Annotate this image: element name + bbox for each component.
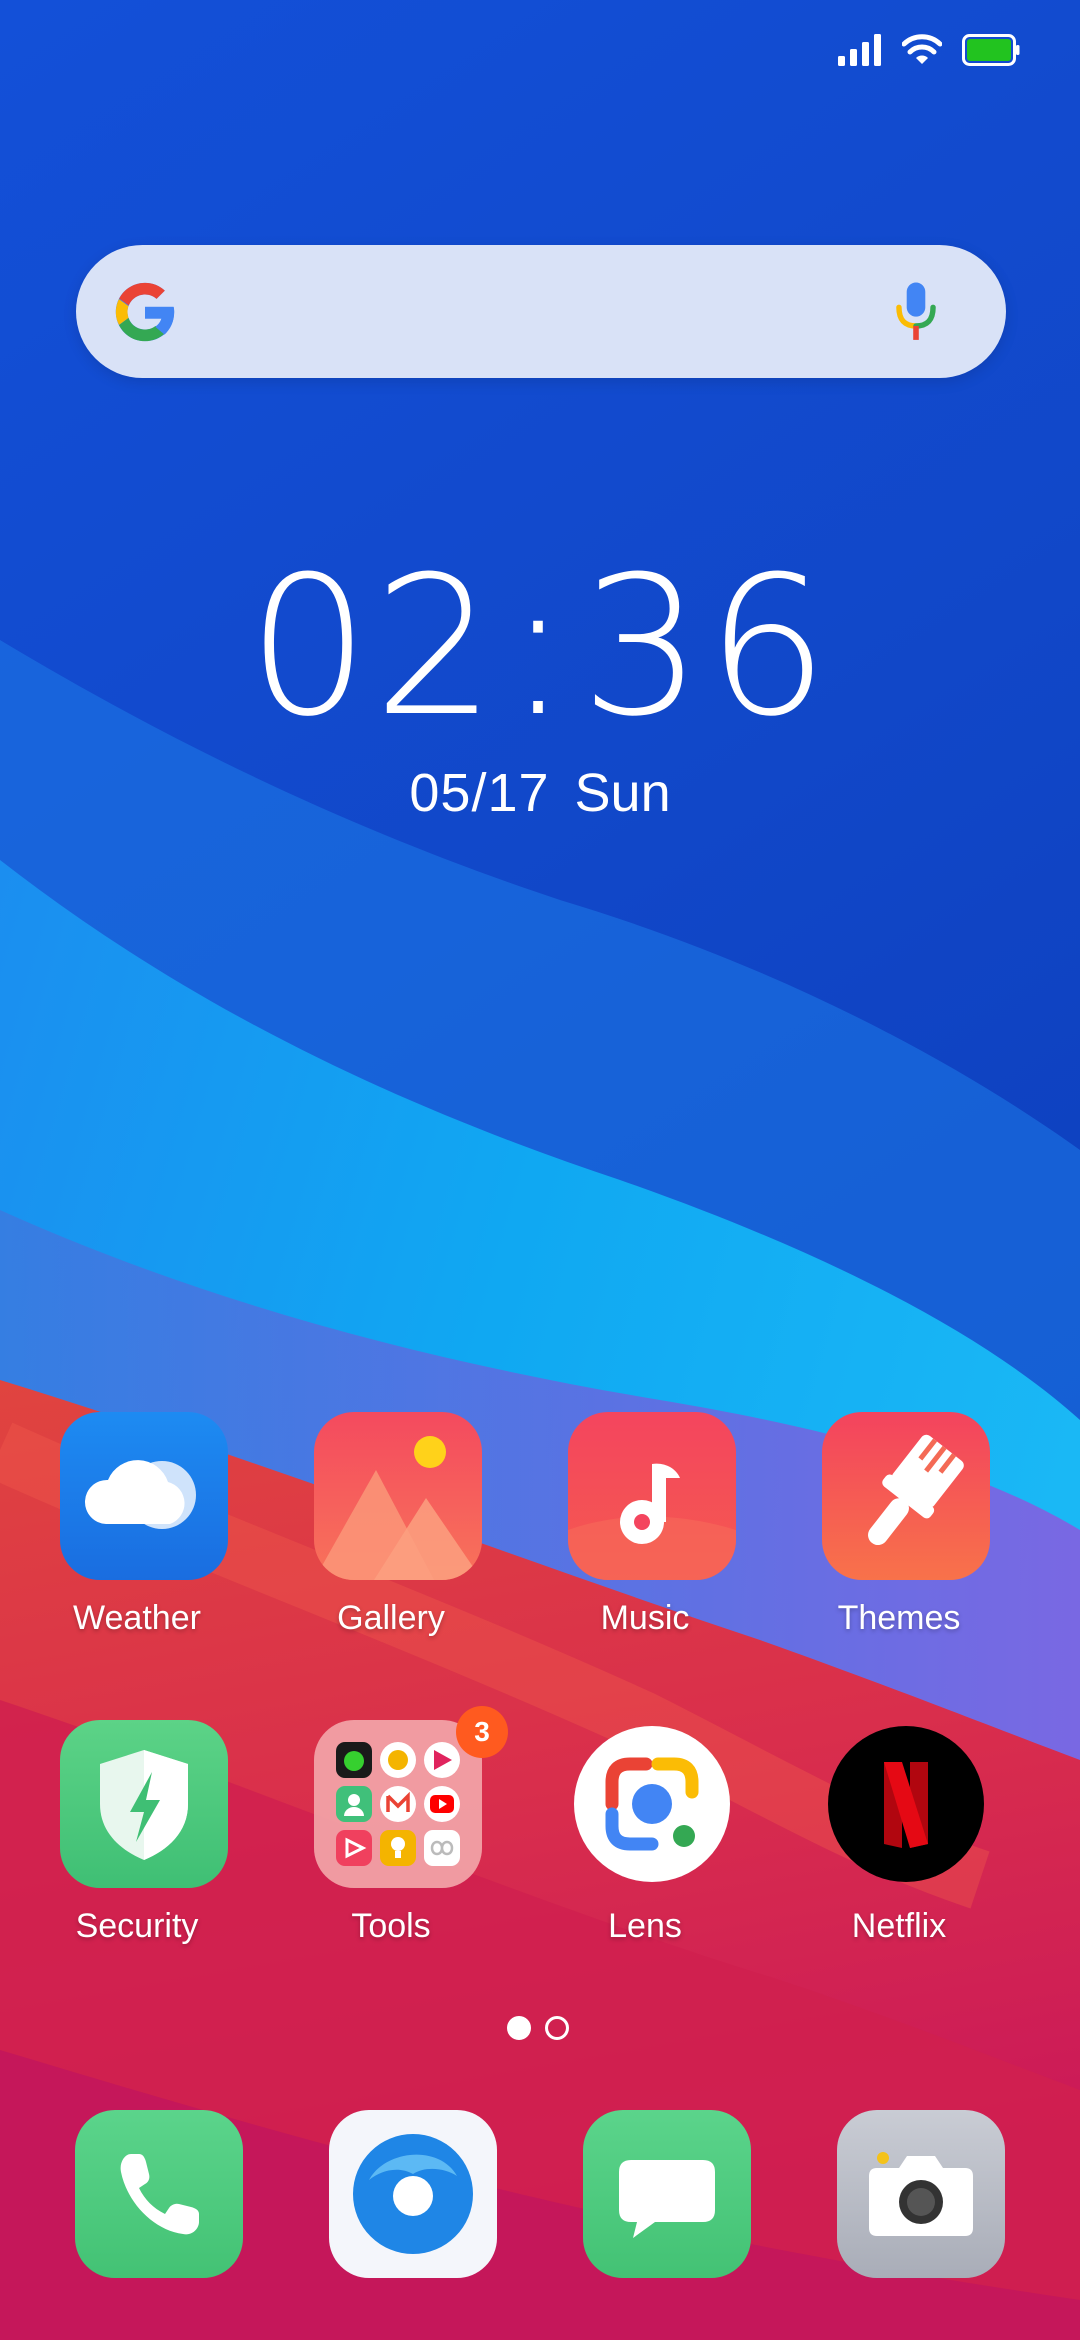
dock-browser[interactable] xyxy=(329,2110,497,2278)
folder-icon xyxy=(314,1720,482,1888)
app-security[interactable]: Security xyxy=(27,1720,247,1970)
app-label: Netflix xyxy=(851,1907,947,1945)
netflix-icon xyxy=(822,1720,990,1888)
folder-app-youtube-icon xyxy=(424,1786,460,1822)
google-search-bar[interactable] xyxy=(76,245,1006,378)
app-themes[interactable]: Themes xyxy=(789,1412,1009,1662)
lens-icon xyxy=(568,1720,736,1888)
page-indicator[interactable] xyxy=(507,2016,569,2040)
folder-app-contacts-icon xyxy=(336,1786,372,1822)
phone-icon xyxy=(75,2110,243,2278)
notification-badge: 3 xyxy=(456,1706,508,1758)
folder-app-game-icon xyxy=(336,1742,372,1778)
app-label: Weather xyxy=(73,1599,201,1637)
app-label: Lens xyxy=(608,1907,682,1945)
clock-minutes: 36 xyxy=(580,536,833,759)
date-widget: 05/17 Sun xyxy=(0,758,1080,828)
dock-messages[interactable] xyxy=(583,2110,751,2278)
folder-app-play-games-icon xyxy=(380,1742,416,1778)
date-text: 05/17 xyxy=(409,763,550,823)
dock-phone[interactable] xyxy=(75,2110,243,2278)
app-netflix[interactable]: Netflix xyxy=(789,1720,1009,1970)
music-note-icon xyxy=(568,1412,736,1580)
app-label: Tools xyxy=(351,1907,431,1945)
app-music[interactable]: Music xyxy=(535,1412,755,1662)
page-dot-2[interactable] xyxy=(545,2016,569,2040)
camera-icon xyxy=(837,2110,1005,2278)
app-gallery[interactable]: Gallery xyxy=(281,1412,501,1662)
app-label: Music xyxy=(600,1599,690,1637)
shield-icon xyxy=(60,1720,228,1888)
dock-camera[interactable] xyxy=(837,2110,1005,2278)
folder-app-gmail-icon xyxy=(380,1786,416,1822)
app-label: Security xyxy=(75,1907,199,1945)
folder-app-tips-icon xyxy=(380,1830,416,1866)
messages-icon xyxy=(583,2110,751,2278)
wifi-icon xyxy=(902,34,942,64)
weekday-text: Sun xyxy=(574,763,671,823)
clock-widget[interactable]: 02:36 xyxy=(0,548,1080,748)
signal-icon xyxy=(838,34,881,66)
status-bar xyxy=(838,30,1020,70)
browser-icon xyxy=(329,2110,497,2278)
gallery-mountain-icon xyxy=(314,1412,482,1580)
google-g-icon xyxy=(115,282,175,342)
folder-app-play-movies-icon xyxy=(424,1742,460,1778)
app-label: Gallery xyxy=(337,1599,445,1637)
weather-cloud-icon xyxy=(60,1412,228,1580)
page-dot-1[interactable] xyxy=(507,2016,531,2040)
clock-colon: : xyxy=(505,536,575,759)
battery-icon xyxy=(962,34,1020,66)
paint-brush-icon xyxy=(822,1412,990,1580)
folder-app-video-icon xyxy=(336,1830,372,1866)
app-folder-tools[interactable]: 3 Tools xyxy=(281,1706,508,1970)
app-label: Themes xyxy=(837,1599,961,1637)
clock-hours: 02 xyxy=(247,536,500,759)
app-lens[interactable]: Lens xyxy=(535,1720,755,1970)
microphone-icon[interactable] xyxy=(886,281,946,343)
folder-app-infinity-icon xyxy=(424,1830,460,1866)
battery-fill xyxy=(967,39,1011,61)
app-weather[interactable]: Weather xyxy=(27,1412,247,1662)
